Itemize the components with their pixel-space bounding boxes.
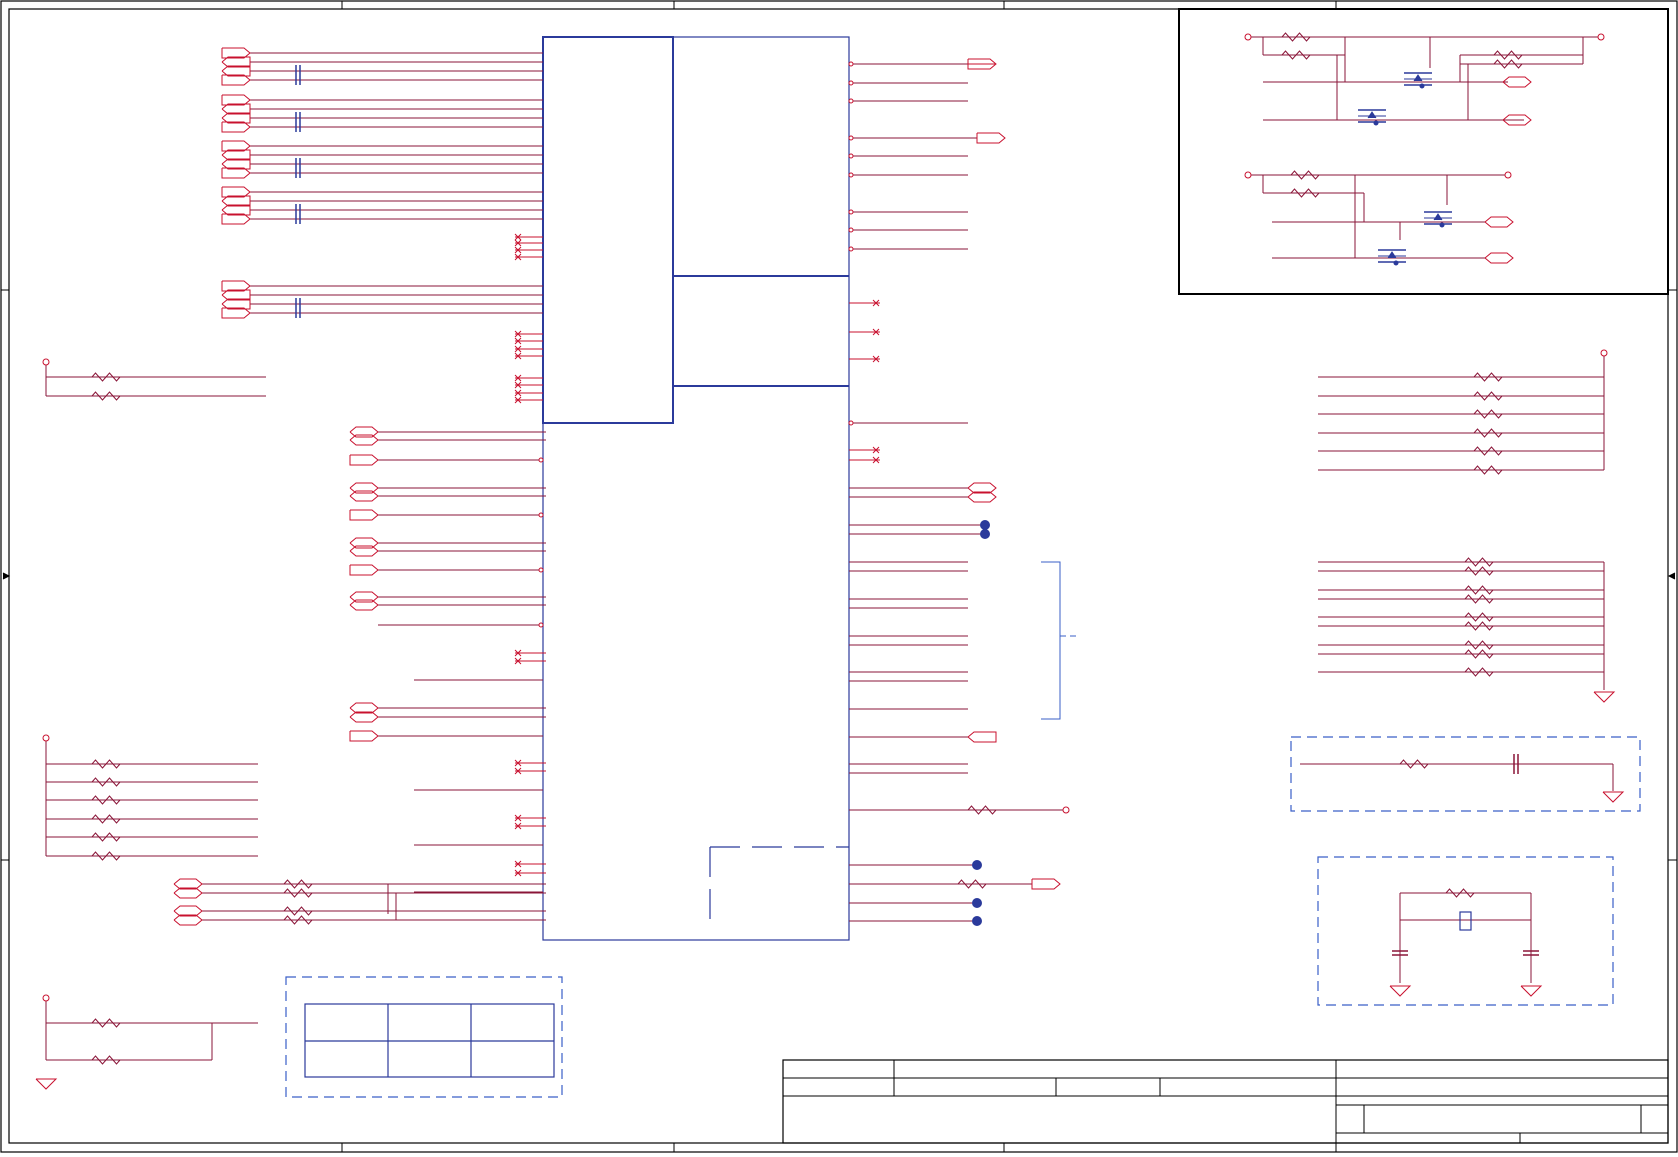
power-switch-section	[1178, 8, 1669, 295]
power-pin-icon	[1062, 806, 1070, 814]
pin-icon	[848, 61, 854, 67]
dashed-box	[1317, 856, 1614, 1006]
mosfet-icon	[1387, 251, 1397, 259]
test-point-icon	[972, 916, 982, 926]
schematic-sheet	[0, 0, 1678, 1153]
pin-icon	[848, 153, 854, 159]
mosfet-icon	[1373, 120, 1379, 126]
ic-sub-block	[542, 36, 674, 424]
pin-icon	[848, 227, 854, 233]
zone-arrow-icon	[2, 572, 11, 580]
mosfet-icon	[1439, 222, 1445, 228]
inner-border	[8, 8, 1669, 1144]
title-block-frame	[782, 1059, 1669, 1144]
zone-arrow-icon	[1667, 572, 1676, 580]
power-pin-icon	[1244, 33, 1252, 41]
mosfet-icon	[1419, 83, 1425, 89]
power-pin-icon	[42, 994, 50, 1002]
power-pin-icon	[42, 358, 50, 366]
ground-icon	[1520, 985, 1543, 997]
power-pin-icon	[42, 734, 50, 742]
power-pin-icon	[1597, 33, 1605, 41]
main-ic	[542, 36, 850, 941]
outer-border	[0, 0, 1678, 1153]
pin-icon	[848, 98, 854, 104]
test-point-icon	[972, 860, 982, 870]
title-block	[782, 1059, 1669, 1144]
power-pin-icon	[1504, 171, 1512, 179]
test-point-icon	[980, 520, 990, 530]
ground-icon	[1602, 791, 1625, 803]
pin-icon	[848, 246, 854, 252]
pin-icon	[538, 512, 544, 518]
dashed-box	[1290, 736, 1641, 812]
ground-icon	[1593, 691, 1616, 703]
pin-icon	[848, 209, 854, 215]
test-point-icon	[980, 529, 990, 539]
mosfet-icon	[1433, 213, 1443, 221]
crystal-icon	[1459, 911, 1472, 931]
schematic-canvas	[0, 0, 1678, 1153]
ground-icon	[35, 1078, 58, 1090]
ground-icon	[1389, 985, 1412, 997]
pin-icon	[848, 172, 854, 178]
pin-icon	[538, 622, 544, 628]
net-wires	[45, 36, 1614, 1061]
pin-icon	[848, 80, 854, 86]
drawing-frame	[0, 0, 1678, 1153]
pin-icon	[538, 567, 544, 573]
off-page-connector-icon	[967, 731, 997, 743]
test-point-icon	[972, 898, 982, 908]
mosfet-icon	[1367, 111, 1377, 119]
mosfet-icon	[1393, 260, 1399, 266]
dashed-groups	[285, 561, 1641, 1098]
mosfet-icon	[1413, 74, 1423, 82]
off-page-connector-icon	[1484, 216, 1514, 228]
ic-body	[542, 36, 850, 941]
bracket-dashed	[1041, 561, 1061, 720]
dashed-box	[285, 976, 563, 1098]
off-page-connector-icon	[349, 454, 379, 466]
power-pin-icon	[1600, 349, 1608, 357]
off-page-connector-icon	[1484, 252, 1514, 264]
off-page-connector-icon	[1031, 878, 1061, 890]
off-page-connector-icon	[349, 564, 379, 576]
component-symbols	[35, 32, 1625, 1090]
pin-icon	[848, 135, 854, 141]
pin-icon	[538, 457, 544, 463]
off-page-connector-icon	[349, 509, 379, 521]
off-page-connector-icon	[976, 132, 1006, 144]
pin-icon	[848, 420, 854, 426]
off-page-connector-icon	[349, 730, 379, 742]
power-pin-icon	[1244, 171, 1252, 179]
